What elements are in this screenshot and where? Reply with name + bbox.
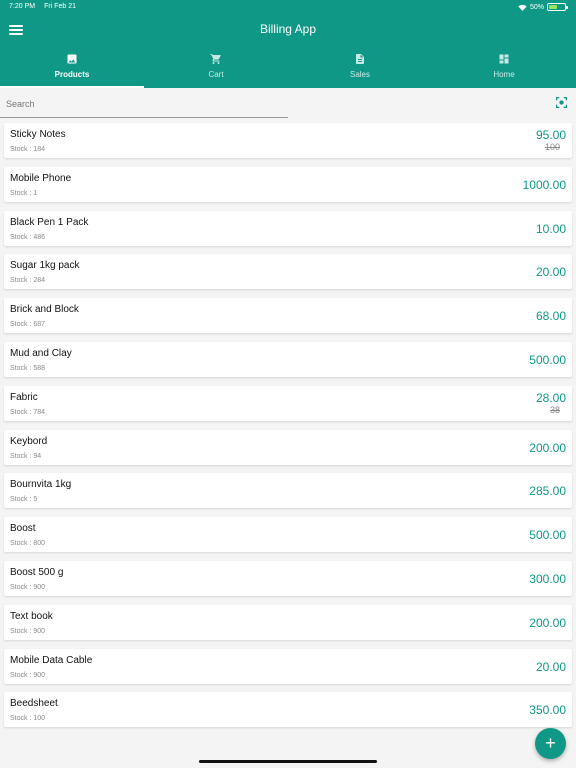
product-card[interactable]: Bournvita 1kg Stock : 5 285.00 [4,473,572,509]
product-card[interactable]: Mobile Data Cable Stock : 900 20.00 [4,648,572,684]
product-name: Brick and Block [10,304,79,316]
cart-icon [210,54,221,64]
product-card[interactable]: Boost 500 g Stock : 900 300.00 [4,560,572,596]
product-name: Keybord [10,435,48,447]
product-card[interactable]: Mobile Phone Stock : 1 1000.00 [4,166,572,202]
product-card[interactable]: Black Pen 1 Pack Stock : 486 10.00 [4,210,572,246]
product-name: Mobile Phone [10,172,72,184]
product-price: 10.00 [535,221,566,236]
tab-cart[interactable]: Cart [144,50,288,88]
product-card[interactable]: Fabric Stock : 784 28.00 38 [4,385,572,421]
product-stock: Stock : 5 [10,496,38,504]
product-name: Sugar 1kg pack [10,260,80,272]
product-card[interactable]: Mud and Clay Stock : 588 500.00 [4,341,572,377]
product-price: 500.00 [529,528,566,543]
product-card[interactable]: Boost Stock : 800 500.00 [4,517,572,553]
wifi-icon [518,4,527,11]
product-name: Bournvita 1kg [10,479,72,491]
product-card[interactable]: Text book Stock : 900 200.00 [4,604,572,640]
status-date: Fri Feb 21 [44,3,76,10]
search-bar [0,91,288,118]
product-price: 28.00 [535,390,566,405]
search-input[interactable] [0,91,288,117]
tab-label: Products [54,70,90,79]
battery-fill [549,5,557,9]
product-card[interactable]: Sticky Notes Stock : 184 95.00 100 [4,123,572,158]
product-price: 20.00 [535,265,566,280]
product-price: 200.00 [529,615,566,630]
product-name: Boost [10,523,36,535]
product-price: 95.00 [535,128,566,142]
product-card[interactable]: Keybord Stock : 94 200.00 [4,429,572,465]
product-name: Mud and Clay [10,347,72,359]
battery-icon [547,3,568,11]
product-price: 300.00 [529,571,566,586]
product-stock: Stock : 900 [10,583,46,591]
product-name: Sticky Notes [10,129,66,140]
image-icon [67,54,77,64]
add-icon: + [545,733,556,753]
tab-label: Cart [208,70,224,79]
product-stock: Stock : 94 [10,452,42,460]
product-old-price: 38 [549,404,560,415]
product-stock: Stock : 588 [10,364,46,372]
tab-sales[interactable]: Sales [288,50,432,88]
home-indicator [199,760,377,763]
tab-home[interactable]: Home [432,50,576,88]
product-price: 500.00 [529,352,566,367]
status-bar: 7:20 PM Fri Feb 21 50% [0,0,576,14]
product-name: Boost 500 g [10,566,64,578]
tab-label: Sales [349,70,370,79]
product-stock: Stock : 100 [10,715,46,723]
scan-icon[interactable] [555,96,568,109]
product-price: 1000.00 [522,177,566,192]
product-stock: Stock : 900 [10,671,46,679]
product-stock: Stock : 1 [10,189,38,197]
product-price: 68.00 [535,309,566,324]
add-product-button[interactable]: + [535,728,566,759]
product-name: Text book [10,610,53,622]
product-price: 350.00 [529,703,566,718]
product-stock: Stock : 184 [10,146,46,153]
product-card[interactable]: Sugar 1kg pack Stock : 284 20.00 [4,254,572,290]
product-stock: Stock : 486 [10,233,46,241]
product-card[interactable]: Beedsheet Stock : 100 350.00 [4,692,572,728]
product-card[interactable]: Brick and Block Stock : 687 68.00 [4,298,572,334]
status-time: 7:20 PM [9,3,36,10]
product-name: Black Pen 1 Pack [10,216,89,228]
product-stock: Stock : 284 [10,277,46,285]
product-name: Mobile Data Cable [10,654,93,666]
dashboard-icon [499,54,509,64]
product-price: 200.00 [529,440,566,455]
tab-products[interactable]: Products [0,50,144,88]
product-stock: Stock : 784 [10,408,46,416]
app-title: Billing App [259,22,317,36]
product-old-price: 100 [544,142,560,152]
app-bar: 7:20 PM Fri Feb 21 50% Billing App Produc… [0,0,576,88]
product-name: Beedsheet [10,698,58,710]
product-price: 285.00 [529,484,566,499]
tab-bar: Products Cart Sales Home [0,50,576,88]
product-stock: Stock : 900 [10,627,46,635]
document-icon [356,54,364,64]
product-stock: Stock : 800 [10,540,46,548]
product-stock: Stock : 687 [10,321,46,329]
tab-label: Home [493,70,515,79]
product-price: 20.00 [535,659,566,674]
product-list: Sticky Notes Stock : 184 95.00 100 Mobile Ph… [4,123,572,736]
battery-percent: 50% [529,3,544,11]
product-name: Fabric [10,391,38,403]
